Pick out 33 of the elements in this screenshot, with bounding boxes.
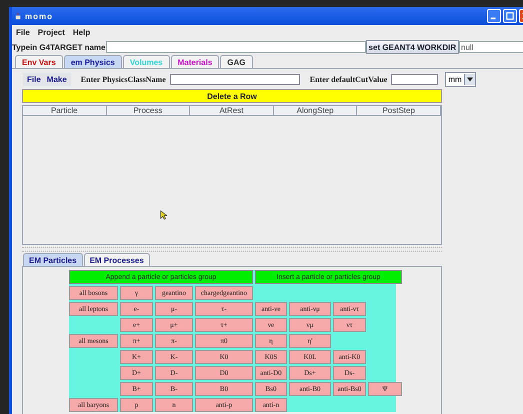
unit-dropdown[interactable]: mm: [445, 72, 476, 86]
tab[interactable]: GAG: [220, 55, 253, 68]
minimize-button[interactable]: [487, 9, 501, 23]
menu-item[interactable]: File: [27, 74, 41, 84]
workdir-field[interactable]: null: [459, 41, 523, 53]
target-label: Typein G4TARGET name: [12, 42, 106, 52]
tab[interactable]: EM Particles: [23, 253, 83, 266]
menu-item[interactable]: Make: [46, 74, 67, 84]
caret-icon: [464, 74, 476, 84]
window-title: momo: [25, 12, 53, 20]
menu-item[interactable]: File: [16, 28, 30, 37]
maximize-button[interactable]: [503, 9, 517, 23]
cut-value-label: Enter defaultCutValue: [310, 74, 388, 84]
mouse-pointer-icon: [160, 210, 167, 220]
cut-value-field[interactable]: [391, 74, 438, 84]
tab[interactable]: EM Processes: [84, 253, 150, 266]
class-name-field[interactable]: [170, 74, 300, 84]
maximize-icon: [506, 12, 514, 20]
target-name-field[interactable]: [106, 41, 366, 53]
column-header[interactable]: Particle: [23, 106, 107, 116]
class-name-label: Enter PhysicsClassName: [80, 74, 166, 84]
menu-item[interactable]: Help: [72, 28, 90, 37]
workdir-button[interactable]: set GEANT4 WORKDIR: [366, 40, 459, 54]
column-header[interactable]: Process: [106, 106, 190, 116]
delete-row-button[interactable]: Delete a Row: [22, 89, 442, 103]
column-header[interactable]: AlongStep: [274, 106, 358, 116]
coffee-cup-icon: [14, 12, 23, 20]
menu-item[interactable]: Project: [38, 28, 65, 37]
column-header[interactable]: AtRest: [190, 106, 274, 116]
tab[interactable]: Env Vars: [15, 55, 63, 68]
tab[interactable]: em Physics: [64, 55, 122, 68]
tab[interactable]: Materials: [170, 55, 220, 68]
column-header[interactable]: PostStep: [357, 106, 441, 116]
